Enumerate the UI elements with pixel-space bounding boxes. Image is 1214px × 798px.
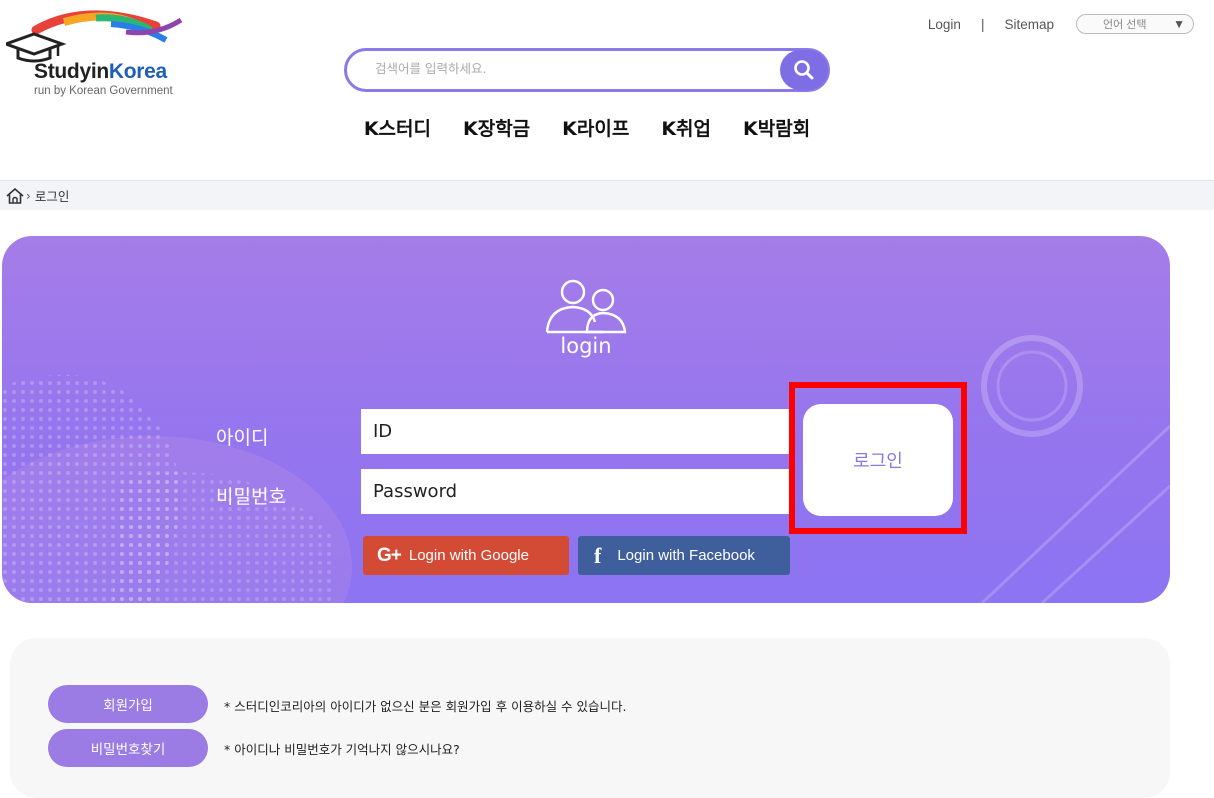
utility-nav: Login | Sitemap 언어 선택 ▼	[928, 14, 1194, 34]
search-icon	[794, 60, 814, 80]
logo-subtitle: run by Korean Government	[34, 85, 173, 97]
nav-k-study[interactable]: K스터디	[364, 114, 431, 141]
users-icon	[545, 279, 627, 334]
id-label: 아이디	[216, 427, 269, 449]
id-input[interactable]: ID	[361, 409, 791, 454]
nav-k-job[interactable]: K취업	[661, 114, 711, 141]
logo-wordmark: StudyinKorea	[34, 60, 167, 83]
find-password-button[interactable]: 비밀번호찾기	[48, 729, 208, 767]
account-help-box: 회원가입 * 스터디인코리아의 아이디가 없으신 분은 회원가입 후 이용하실 …	[10, 638, 1170, 798]
breadcrumb-current: 로그인	[34, 189, 70, 204]
breadcrumb: › 로그인	[0, 180, 1214, 210]
search-bar	[344, 48, 830, 92]
highlight-box	[789, 382, 967, 534]
google-plus-icon: G+	[377, 544, 402, 566]
login-title: login	[560, 334, 612, 358]
caret-down-icon: ▼	[1173, 17, 1185, 31]
nav-k-life[interactable]: K라이프	[562, 114, 629, 141]
login-link[interactable]: Login	[928, 17, 961, 32]
facebook-icon: f	[594, 542, 602, 568]
language-select[interactable]: 언어 선택 ▼	[1076, 14, 1194, 34]
facebook-login-label: Login with Facebook	[617, 547, 755, 564]
search-button[interactable]	[780, 50, 828, 90]
chevron-right-icon: ›	[26, 188, 31, 203]
nav-k-expo[interactable]: K박람회	[743, 114, 810, 141]
password-input[interactable]: Password	[361, 469, 791, 514]
sitemap-link[interactable]: Sitemap	[1004, 17, 1054, 32]
login-panel: login 아이디 ID 비밀번호 Password 로그인 G+ Login …	[2, 236, 1170, 603]
find-password-note: * 아이디나 비밀번호가 기억나지 않으시나요?	[224, 742, 460, 757]
logo-graphic	[1, 10, 183, 63]
google-login-button[interactable]: G+ Login with Google	[363, 536, 569, 575]
search-input[interactable]	[373, 60, 767, 77]
site-logo[interactable]: StudyinKorea run by Korean Government	[1, 8, 206, 97]
google-login-label: Login with Google	[408, 547, 529, 564]
facebook-login-button[interactable]: f Login with Facebook	[578, 536, 790, 575]
main-nav: K스터디 K장학금 K라이프 K취업 K박람회	[0, 114, 1214, 141]
signup-button[interactable]: 회원가입	[48, 685, 208, 723]
nav-k-scholarship[interactable]: K장학금	[463, 114, 530, 141]
util-separator: |	[980, 16, 985, 32]
language-select-label: 언어 선택	[1103, 19, 1147, 31]
signup-note: * 스터디인코리아의 아이디가 없으신 분은 회원가입 후 이용하실 수 있습니…	[224, 699, 627, 714]
password-label: 비밀번호	[216, 486, 286, 508]
home-icon[interactable]	[6, 187, 24, 204]
